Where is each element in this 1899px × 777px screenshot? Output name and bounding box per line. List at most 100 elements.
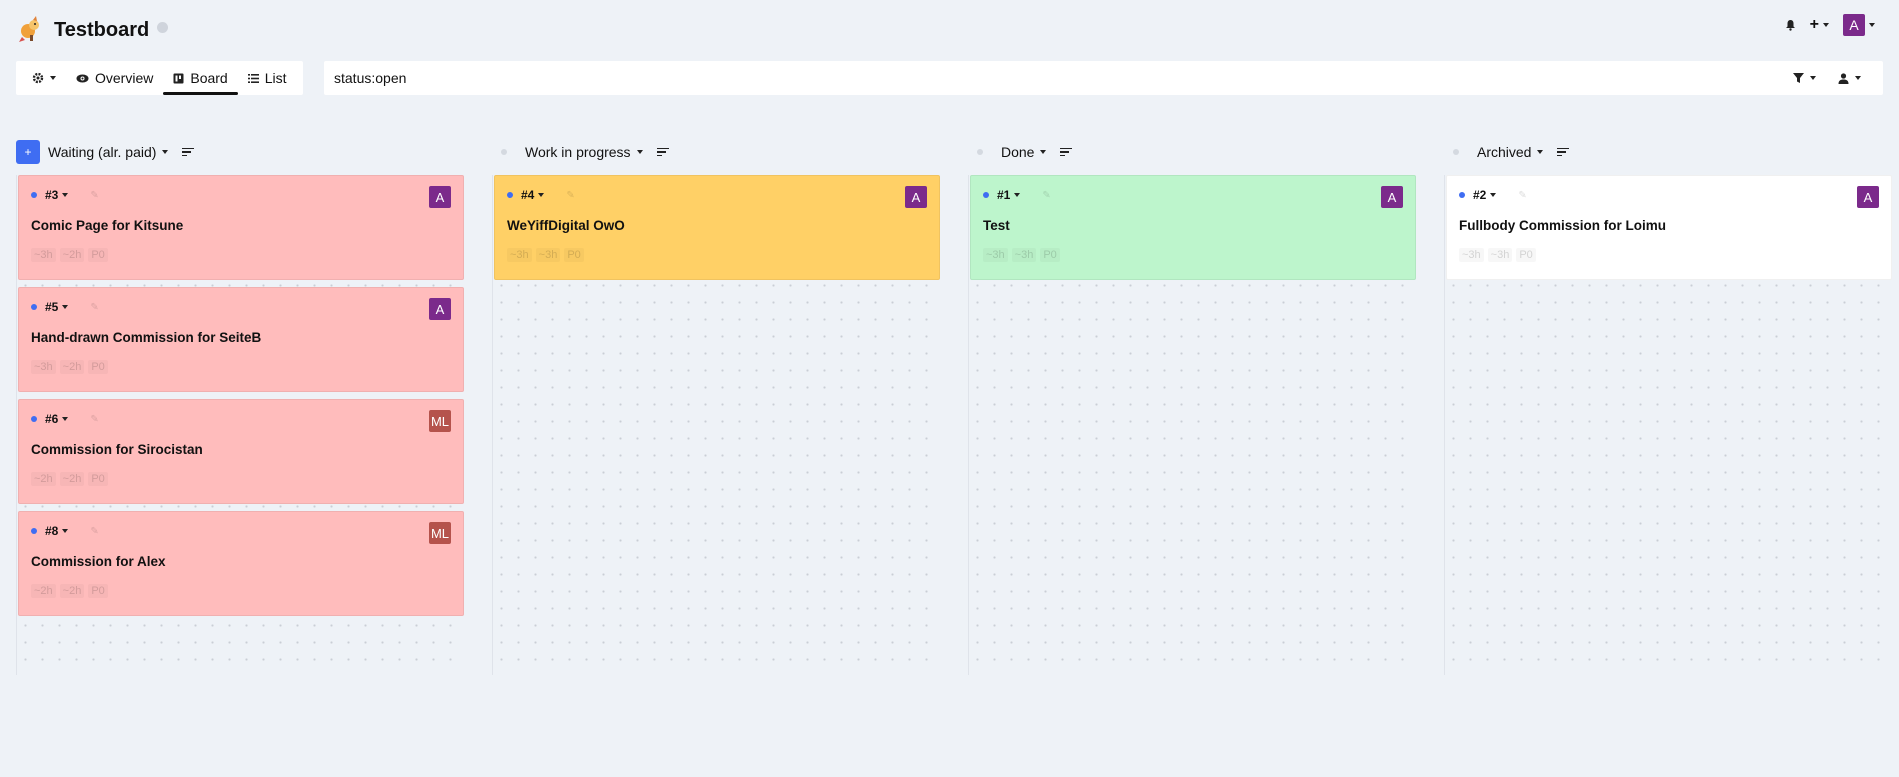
chevron-down-icon	[62, 193, 69, 197]
card-id-dropdown[interactable]: #4	[521, 188, 545, 202]
avatar[interactable]: A	[905, 186, 927, 208]
gear-icon	[32, 72, 44, 84]
sort-icon[interactable]	[1060, 147, 1073, 157]
tab-list[interactable]: List	[238, 61, 297, 95]
column-title-dropdown[interactable]: Work in progress	[525, 144, 643, 160]
card-header: #2 ✎	[1459, 188, 1527, 202]
task-card[interactable]: #2 ✎ A Fullbody Commission for Loimu ~3h ~3h P…	[1446, 175, 1892, 280]
chevron-down-icon	[1810, 76, 1816, 80]
meta-badge: ~2h	[60, 248, 85, 262]
task-card[interactable]: #5 ✎ A Hand-drawn Commission for SeiteB ~3h ~…	[18, 287, 464, 392]
card-id-dropdown[interactable]: #2	[1473, 188, 1497, 202]
column-title: Done	[1001, 144, 1035, 160]
tab-label: List	[264, 70, 287, 86]
status-dot-icon	[983, 192, 989, 198]
user-icon	[1838, 72, 1849, 84]
sort-icon[interactable]	[656, 147, 669, 157]
card-header: #1 ✎	[983, 188, 1051, 202]
chevron-down-icon	[1537, 150, 1544, 154]
settings-button[interactable]	[22, 61, 66, 95]
task-card[interactable]: #3 ✎ A Comic Page for Kitsune ~3h ~2h P0	[18, 175, 464, 280]
avatar[interactable]: A	[1857, 186, 1879, 208]
avatar[interactable]: A	[429, 186, 451, 208]
avatar[interactable]: ML	[429, 522, 451, 544]
meta-badge: ~3h	[1012, 248, 1037, 262]
column-header: Work in progress	[492, 140, 669, 164]
meta-badge: ~2h	[60, 584, 85, 598]
filter-button[interactable]	[1793, 73, 1816, 83]
card-id-dropdown[interactable]: #8	[45, 524, 69, 538]
task-card[interactable]: #6 ✎ ML Commission for Sirocistan ~2h ~2h P0	[18, 399, 464, 504]
info-icon[interactable]	[157, 21, 169, 33]
chevron-down-icon	[162, 150, 169, 154]
column-title-dropdown[interactable]: Done	[1001, 144, 1047, 160]
column-drop-zone[interactable]: #2 ✎ A Fullbody Commission for Loimu ~3h ~3h P…	[1444, 175, 1892, 675]
create-new-button[interactable]: +	[1810, 16, 1829, 34]
sort-icon[interactable]	[182, 147, 195, 157]
add-card-button[interactable]: +	[16, 140, 40, 164]
card-id: #2	[1473, 188, 1487, 202]
column-title: Archived	[1477, 144, 1532, 160]
search-input[interactable]	[334, 63, 1793, 93]
column-drop-zone[interactable]: #3 ✎ A Comic Page for Kitsune ~3h ~2h P0 #5 ✎ A Ha…	[16, 175, 464, 675]
sort-icon[interactable]	[1557, 147, 1570, 157]
card-meta: ~3h ~3h P0	[983, 248, 1060, 262]
task-card[interactable]: #1 ✎ A Test ~3h ~3h P0	[970, 175, 1416, 280]
status-dot-icon	[507, 192, 513, 198]
tab-overview[interactable]: Overview	[66, 61, 163, 95]
column-title: Work in progress	[525, 144, 631, 160]
card-title: Commission for Alex	[31, 554, 166, 569]
chevron-down-icon	[62, 417, 69, 421]
bell-icon	[1785, 20, 1795, 31]
board-column: Archived #2 ✎ A Fullbody Commission for Loim…	[1444, 140, 1892, 675]
edit-icon[interactable]: ✎	[90, 302, 98, 313]
chevron-down-icon	[1040, 150, 1047, 154]
meta-badge: ~3h	[1488, 248, 1513, 262]
app-logo[interactable]	[16, 15, 46, 45]
card-id: #4	[521, 188, 535, 202]
task-card[interactable]: #4 ✎ A WeYiffDigital OwO ~3h ~3h P0	[494, 175, 940, 280]
status-dot-icon	[31, 304, 37, 310]
card-id-dropdown[interactable]: #5	[45, 300, 69, 314]
app-header: Testboard	[16, 12, 169, 48]
edit-icon[interactable]: ✎	[90, 190, 98, 201]
card-id-dropdown[interactable]: #6	[45, 412, 69, 426]
board-column: Done #1 ✎ A Test ~3h ~3h P0	[968, 140, 1416, 675]
column-title-dropdown[interactable]: Waiting (alr. paid)	[48, 144, 169, 160]
meta-badge: ~3h	[31, 248, 56, 262]
chevron-down-icon	[636, 150, 643, 154]
tab-board[interactable]: Board	[163, 61, 239, 95]
meta-badge: P0	[88, 360, 107, 374]
view-toolbar: Overview Board List	[16, 61, 303, 95]
column-title-dropdown[interactable]: Archived	[1477, 144, 1544, 160]
edit-icon[interactable]: ✎	[90, 414, 98, 425]
column-drop-zone[interactable]: #4 ✎ A WeYiffDigital OwO ~3h ~3h P0	[492, 175, 940, 675]
task-card[interactable]: #8 ✎ ML Commission for Alex ~2h ~2h P0	[18, 511, 464, 616]
edit-icon[interactable]: ✎	[1518, 190, 1526, 201]
column-dot-icon	[977, 149, 983, 155]
user-menu-button[interactable]: A	[1843, 14, 1875, 36]
notifications-button[interactable]	[1785, 19, 1796, 31]
board-icon	[173, 73, 184, 83]
header-actions: + A	[1785, 14, 1875, 36]
avatar[interactable]: A	[1381, 186, 1403, 208]
meta-badge: ~2h	[31, 472, 56, 486]
card-title: Test	[983, 218, 1010, 233]
card-meta: ~3h ~2h P0	[31, 360, 108, 374]
card-header: #8 ✎	[31, 524, 99, 538]
card-id-dropdown[interactable]: #1	[997, 188, 1021, 202]
meta-badge: P0	[88, 584, 107, 598]
avatar[interactable]: ML	[429, 410, 451, 432]
card-id: #5	[45, 300, 59, 314]
column-drop-zone[interactable]: #1 ✎ A Test ~3h ~3h P0	[968, 175, 1416, 675]
card-header: #3 ✎	[31, 188, 99, 202]
avatar[interactable]: A	[429, 298, 451, 320]
filter-bar	[324, 61, 1883, 95]
edit-icon[interactable]: ✎	[1042, 190, 1050, 201]
column-header: Done	[968, 140, 1073, 164]
edit-icon[interactable]: ✎	[90, 526, 98, 537]
meta-badge: P0	[88, 472, 107, 486]
card-id-dropdown[interactable]: #3	[45, 188, 69, 202]
edit-icon[interactable]: ✎	[566, 190, 574, 201]
assignee-filter-button[interactable]	[1838, 72, 1861, 84]
